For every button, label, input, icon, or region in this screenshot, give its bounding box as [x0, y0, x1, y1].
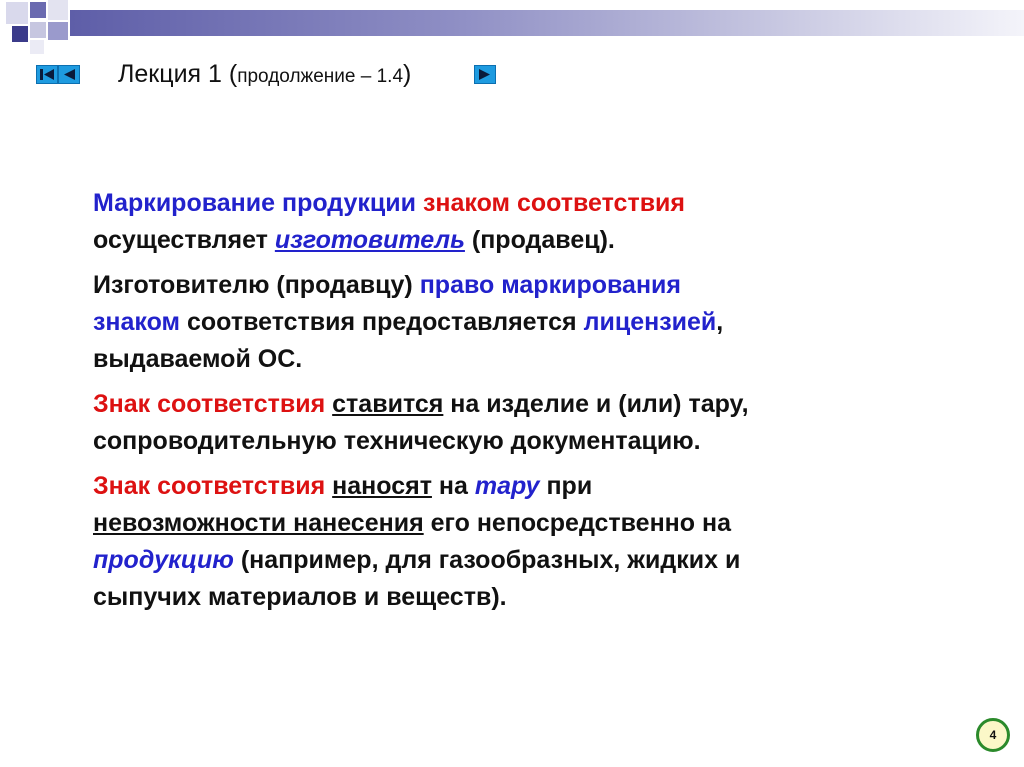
title-close-paren: ): [403, 60, 412, 88]
decorative-header: [0, 0, 1024, 54]
decor-square: [6, 2, 28, 24]
text-run: наносят: [332, 472, 432, 500]
text-run: продукцию: [93, 546, 234, 574]
paragraph-2: Изготовителю (продавцу) право маркирован…: [93, 267, 953, 378]
text-run: Знак соответствия: [93, 472, 326, 500]
text-run: Знак соответствия: [93, 390, 326, 418]
decor-square: [30, 22, 46, 38]
text-run: сыпучих материалов и веществ).: [93, 583, 507, 611]
text-run: Изготовителю (продавцу): [93, 271, 420, 299]
play-right-icon: [479, 69, 490, 80]
decor-square: [30, 2, 46, 18]
decor-square: [48, 22, 68, 40]
skip-to-first-icon: [40, 69, 54, 80]
text-run: на изделие и (или) тару,: [443, 390, 749, 418]
text-run: (продавец).: [464, 226, 615, 254]
text-run: изготовитель: [274, 226, 465, 254]
previous-slide-button[interactable]: [58, 65, 80, 84]
text-run: знаком соответствия: [422, 189, 686, 217]
text-run: Маркирование продукции: [93, 189, 423, 217]
slide-title: Лекция 1 (продолжение – 1.4): [118, 60, 411, 89]
decor-square: [48, 0, 68, 20]
next-slide-button[interactable]: [474, 65, 496, 84]
paragraph-1: Маркирование продукции знаком соответств…: [93, 185, 953, 259]
paragraph-3: Знак соответствия ставится на изделие и …: [93, 386, 953, 460]
text-run: при: [539, 472, 593, 500]
text-run: выдаваемой ОС.: [93, 345, 303, 373]
nav-forward-group: [474, 65, 496, 84]
text-run: знаком: [93, 308, 181, 336]
text-run: (например, для газообразных, жидких и: [233, 546, 741, 574]
decor-square: [12, 26, 28, 42]
title-main: Лекция 1: [118, 60, 222, 88]
text-run: право маркирования: [419, 271, 681, 299]
nav-back-group: [36, 65, 80, 84]
first-slide-button[interactable]: [36, 65, 58, 84]
text-run: невозможности нанесения: [93, 509, 424, 537]
text-run: осуществляет: [93, 226, 275, 254]
text-run: лицензией: [583, 308, 717, 336]
page-number-badge: 4: [976, 718, 1010, 752]
text-run: сопроводительную техническую документаци…: [93, 427, 701, 455]
decor-square: [30, 40, 44, 54]
text-run: тару: [474, 472, 540, 500]
header-gradient-band: [70, 10, 1024, 36]
text-run: соответствия предоставляется: [180, 308, 584, 336]
text-run: его непосредственно на: [423, 509, 731, 537]
play-left-icon: [64, 69, 75, 80]
title-subtitle: продолжение – 1.4: [237, 66, 404, 87]
text-run: ставится: [332, 390, 444, 418]
slide-body: Маркирование продукции знаком соответств…: [93, 185, 953, 624]
text-run: ,: [716, 308, 724, 336]
text-run: на: [431, 472, 475, 500]
paragraph-4: Знак соответствия наносят на тару при не…: [93, 468, 953, 616]
title-open-paren: (: [221, 60, 238, 88]
